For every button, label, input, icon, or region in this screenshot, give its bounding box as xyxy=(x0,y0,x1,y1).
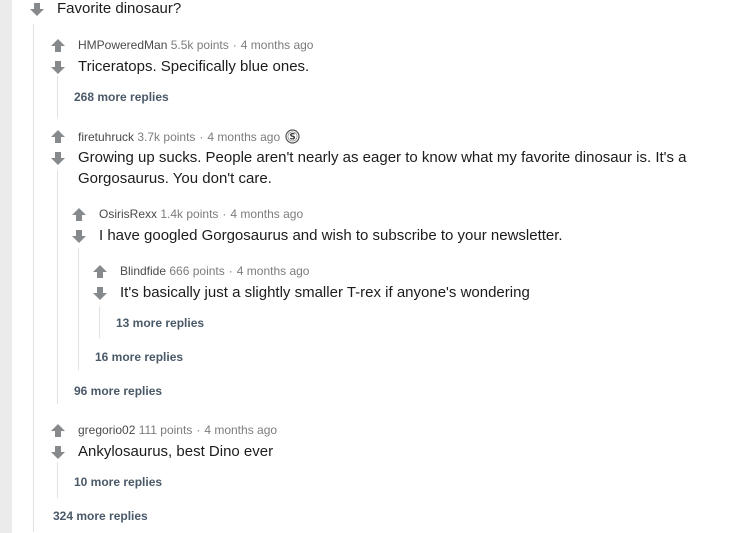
comment-points: 5.5k points xyxy=(170,38,229,52)
downvote-icon[interactable] xyxy=(29,1,45,17)
upvote-icon[interactable] xyxy=(50,423,66,439)
comment-text-line: Growing up sucks. People aren't nearly a… xyxy=(78,149,687,166)
comment-text-line: Gorgosaurus. You don't care. xyxy=(78,170,272,187)
more-replies-link[interactable]: 10 more replies xyxy=(74,475,162,489)
thread-line-c3[interactable] xyxy=(57,462,58,498)
comment-points: 111 points xyxy=(138,423,193,437)
comment-text: Growing up sucks. People aren't nearly a… xyxy=(78,147,718,189)
more-replies-link[interactable]: 324 more replies xyxy=(53,509,148,523)
downvote-icon[interactable] xyxy=(50,150,66,166)
comment-text: Triceratops. Specifically blue ones. xyxy=(78,58,310,75)
more-replies-link[interactable]: 268 more replies xyxy=(74,90,169,104)
parent-comment-text: Favorite dinosaur? xyxy=(57,0,182,17)
separator-dot: · xyxy=(222,207,227,221)
more-replies-link[interactable]: 96 more replies xyxy=(74,384,162,398)
comment-text: It's basically just a slightly smaller T… xyxy=(120,284,530,301)
comment-meta: HMPoweredMan 5.5k points · 4 months ago xyxy=(78,38,313,52)
comment-meta: gregorio02 111 points · 4 months ago xyxy=(78,423,277,437)
comment-author[interactable]: firetuhruck xyxy=(78,130,134,144)
upvote-icon[interactable] xyxy=(50,38,66,54)
comment-points: 3.7k points xyxy=(137,130,196,144)
thread-line-c2r1[interactable] xyxy=(78,248,79,370)
svg-text:S: S xyxy=(290,133,296,143)
comment-thread: Favorite dinosaur? HMPoweredMan 5.5k poi… xyxy=(0,0,731,533)
comment-text: I have googled Gorgosaurus and wish to s… xyxy=(99,227,563,244)
thread-line-root[interactable] xyxy=(33,24,34,532)
silver-award-icon[interactable]: S xyxy=(285,129,300,147)
separator-dot: · xyxy=(196,423,201,437)
comment-time[interactable]: 4 months ago xyxy=(241,38,314,52)
downvote-icon[interactable] xyxy=(50,444,66,460)
comment-points: 666 points xyxy=(169,264,225,278)
thread-line-c2[interactable] xyxy=(57,170,58,404)
thread-line-c1[interactable] xyxy=(57,76,58,118)
comment-points: 1.4k points xyxy=(160,207,219,221)
comment-author[interactable]: HMPoweredMan xyxy=(78,38,167,52)
downvote-icon[interactable] xyxy=(50,59,66,75)
separator-dot: · xyxy=(199,130,204,144)
downvote-icon[interactable] xyxy=(92,285,108,301)
upvote-icon[interactable] xyxy=(92,264,108,280)
comment-author[interactable]: OsirisRexx xyxy=(99,207,157,221)
separator-dot: · xyxy=(232,38,237,52)
more-replies-link[interactable]: 13 more replies xyxy=(116,316,204,330)
comment-meta: firetuhruck 3.7k points · 4 months ago S xyxy=(78,129,300,147)
upvote-icon[interactable] xyxy=(71,207,87,223)
thread-line-c2r1r1[interactable] xyxy=(99,306,100,338)
upvote-icon[interactable] xyxy=(50,129,66,145)
comment-time[interactable]: 4 months ago xyxy=(204,423,277,437)
comment-time[interactable]: 4 months ago xyxy=(230,207,303,221)
comment-author[interactable]: Blindfide xyxy=(120,264,166,278)
comment-meta: OsirisRexx 1.4k points · 4 months ago xyxy=(99,207,303,221)
comment-text: Ankylosaurus, best Dino ever xyxy=(78,443,274,460)
more-replies-link[interactable]: 16 more replies xyxy=(95,350,183,364)
separator-dot: · xyxy=(228,264,233,278)
comment-meta: Blindfide 666 points · 4 months ago xyxy=(120,264,309,278)
left-rail xyxy=(0,0,12,533)
comment-author[interactable]: gregorio02 xyxy=(78,423,135,437)
comment-time[interactable]: 4 months ago xyxy=(237,264,310,278)
downvote-icon[interactable] xyxy=(71,228,87,244)
comment-time[interactable]: 4 months ago xyxy=(207,130,280,144)
